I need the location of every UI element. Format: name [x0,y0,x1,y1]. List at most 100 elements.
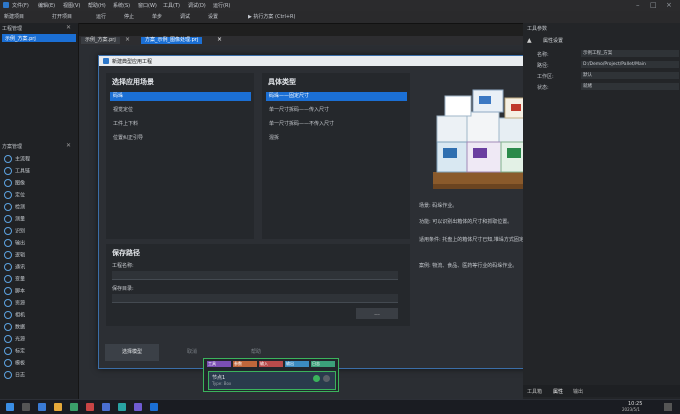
tree-item-label: 检测 [15,204,26,211]
maximize-icon[interactable]: □ [650,1,657,9]
type-item-fixed[interactable]: 码垛——固定尺寸 [266,92,407,101]
scene-item-palletizing[interactable]: 码垛 [110,92,251,101]
tree-item[interactable]: 输出 [4,239,25,247]
tree-item[interactable]: 测量 [4,215,25,223]
execute-plan-button[interactable]: ▶ 执行方案 (Ctrl+R) [248,13,296,20]
browse-button[interactable]: ... [356,308,398,319]
flow-node[interactable]: 工具 参数 输入 输出 日志 节点1 Type: Box [203,358,339,392]
folder-icon[interactable] [54,403,62,411]
run-button[interactable]: 运行 [96,13,106,20]
scene-item-loading[interactable]: 工件上下料 [110,120,251,129]
save-dir-input[interactable] [112,294,398,303]
menu-run[interactable]: 运行(R) [213,2,230,9]
tree-item[interactable]: 定位 [4,191,25,199]
property-value-field[interactable]: 默认 [581,72,679,79]
menu-help[interactable]: 帮助(H) [88,2,106,9]
step-button[interactable]: 单步 [152,13,162,20]
tree-item[interactable]: 标定 [4,347,25,355]
menu-system[interactable]: 系统(S) [113,2,130,9]
doc-tab-2[interactable]: 方案_示例_图像处理.prj [141,37,203,44]
clock-date: 2023/5/1 [622,407,640,412]
node-tab-2[interactable]: 输入 [259,361,283,367]
app-icon-2[interactable] [86,403,94,411]
node-title: 节点1 [212,375,226,381]
project-name-input[interactable] [112,271,398,280]
open-project-button[interactable]: 打开项目 [52,13,72,20]
tree-item-icon [4,287,12,295]
tree-item[interactable]: 通讯 [4,263,25,271]
property-value-field[interactable]: D:/Demo/Project/Pallet/Main [581,61,679,68]
node-tab-4[interactable]: 日志 [311,361,335,367]
windows-start-icon[interactable] [6,403,14,411]
tree-item[interactable]: 日志 [4,371,25,379]
node-tab-4-label: 日志 [312,361,320,366]
menu-tools[interactable]: 工具(T) [163,2,180,9]
bottom-tab-output[interactable]: 输出 [573,388,583,395]
tree-item-icon [4,203,12,211]
tree-item[interactable]: 检测 [4,203,25,211]
menu-file[interactable]: 文件(F) [12,2,29,9]
node-menu-icon[interactable] [323,375,330,382]
type-item-without-size[interactable]: 单一尺寸拆码——不传入尺寸 [266,120,407,129]
settings-button[interactable]: 设置 [208,13,218,20]
doc-tab-1[interactable]: 示例_方案.prj [81,37,120,44]
app-icon-3[interactable] [102,403,110,411]
node-tab-0[interactable]: 工具 [207,361,231,367]
menu-window[interactable]: 窗口(W) [138,2,157,9]
menu-view[interactable]: 视图(V) [63,2,80,9]
menu-debug[interactable]: 调试(D) [188,2,206,9]
close-pane-icon[interactable]: ✕ [66,142,71,149]
browser-icon[interactable] [38,403,46,411]
bottom-tab-properties[interactable]: 属性 [553,388,563,395]
close-tab-icon[interactable]: × [125,36,130,43]
project-tab-label: 示例_方案.prj [5,36,36,42]
app-icon-4[interactable] [118,403,126,411]
desc-scene: 场景: 码垛作业。 [419,203,458,209]
tree-item-icon [4,191,12,199]
search-icon[interactable] [22,403,30,411]
bottom-tab-toolbox[interactable]: 工具箱 [527,388,542,395]
tree-item[interactable]: 工具链 [4,167,30,175]
debug-button[interactable]: 调试 [180,13,190,20]
property-value-field[interactable]: 就绪 [581,83,679,90]
app-icon-5[interactable] [134,403,142,411]
type-item-mixed[interactable]: 混拆 [266,134,407,143]
minimize-icon[interactable]: – [636,1,640,9]
tree-item[interactable]: 光源 [4,335,25,343]
node-tab-1[interactable]: 参数 [233,361,257,367]
node-body[interactable]: 节点1 Type: Box [208,371,336,390]
scene-item-positioning[interactable]: 视觉定位 [110,106,251,115]
tree-item[interactable]: 相机 [4,311,25,319]
type-item-with-size[interactable]: 单一尺寸拆码——传入尺寸 [266,106,407,115]
tree-item[interactable]: 模板 [4,359,25,367]
menu-edit[interactable]: 编辑(E) [38,2,55,9]
close-tab-icon-2[interactable]: × [217,36,222,43]
tree-item[interactable]: 资源 [4,299,25,307]
close-window-icon[interactable]: × [666,1,672,9]
tree-item-icon [4,263,12,271]
app-icon-active[interactable] [150,403,158,411]
tree-item[interactable]: 识别 [4,227,25,235]
stop-button[interactable]: 停止 [124,13,134,20]
tree-item-label: 输出 [15,240,26,247]
scene-item-correction[interactable]: 位置纠正引导 [110,134,251,143]
app-icon-1[interactable] [70,403,78,411]
tree-item[interactable]: 变量 [4,275,25,283]
tree-item[interactable]: 逻辑 [4,251,25,259]
property-icon: ▲ [527,37,532,44]
notification-icon[interactable] [664,403,672,411]
tree-item[interactable]: 数据 [4,323,25,331]
tree-item[interactable]: 主流程 [4,155,30,163]
property-value-field[interactable]: 示例工程_方案 [581,50,679,57]
tree-item[interactable]: 图像 [4,179,25,187]
node-tab-3[interactable]: 输出 [285,361,309,367]
project-tab[interactable]: 示例_方案.prj [2,34,76,42]
tree-item[interactable]: 脚本 [4,287,25,295]
tree-item-icon [4,371,12,379]
pin-icon[interactable]: ✕ [66,24,71,31]
node-tab-1-label: 参数 [234,361,242,366]
tree-item-label: 逻辑 [15,252,26,259]
new-project-button[interactable]: 新建项目 [4,13,24,20]
new-project-dialog: 新建典型应用工程 × 选择应用场景 码垛 视觉定位 工件上下料 位置纠正引导 具… [98,55,562,369]
select-model-button[interactable]: 选择模型 [105,344,159,361]
